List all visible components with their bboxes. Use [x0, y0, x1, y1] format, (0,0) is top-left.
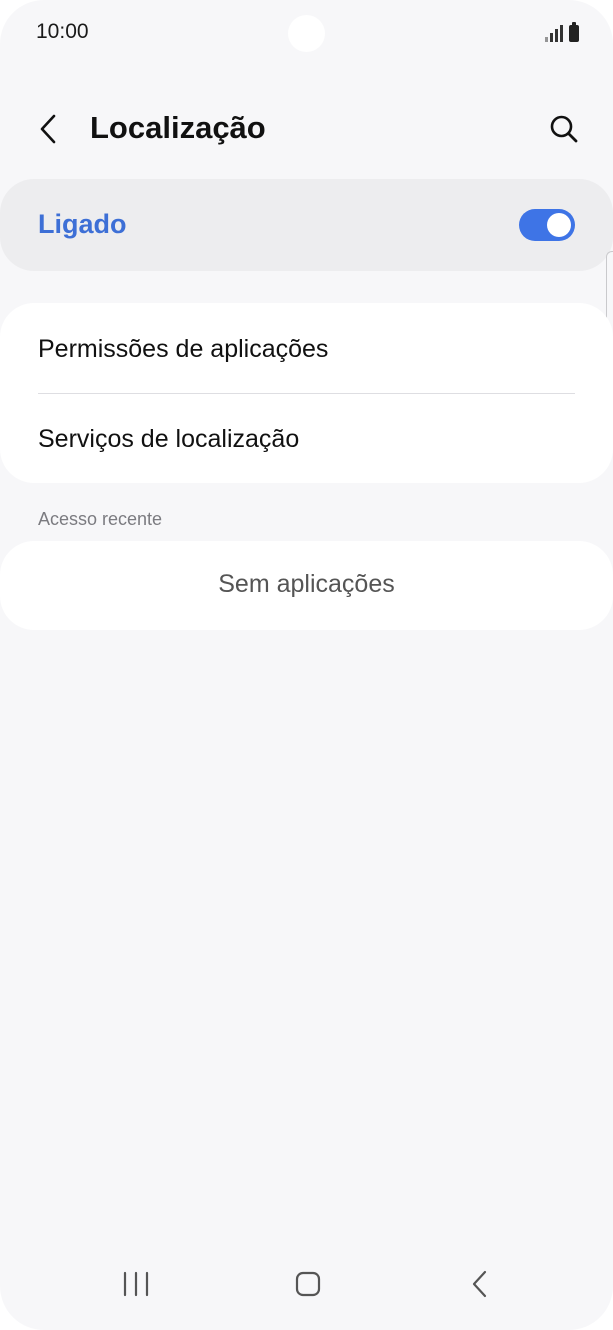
- search-button[interactable]: [541, 106, 587, 152]
- nav-back-button[interactable]: [450, 1254, 510, 1314]
- signal-icon: [545, 24, 563, 42]
- location-master-switch[interactable]: Ligado: [0, 179, 613, 271]
- master-switch-label: Ligado: [38, 209, 127, 239]
- chevron-left-icon: [40, 114, 56, 144]
- settings-card: Permissões de aplicações Serviços de loc…: [0, 303, 613, 483]
- recents-button[interactable]: [106, 1254, 166, 1314]
- search-icon: [550, 115, 578, 143]
- status-icons: [545, 22, 579, 42]
- toggle-knob: [547, 213, 571, 237]
- page-title: Localização: [90, 110, 266, 145]
- divider: [38, 393, 575, 394]
- location-toggle[interactable]: [519, 209, 575, 241]
- back-button[interactable]: [26, 106, 72, 152]
- recent-access-header: Acesso recente: [38, 509, 163, 529]
- camera-cutout: [288, 15, 325, 52]
- app-bar: Localização: [0, 96, 613, 162]
- home-icon: [295, 1271, 321, 1297]
- home-button[interactable]: [278, 1254, 338, 1314]
- location-services-item[interactable]: Serviços de localização: [38, 425, 299, 454]
- phone-screen: 10:00 Localização Ligado Permissões de a…: [0, 0, 613, 1330]
- recents-icon: [123, 1271, 149, 1297]
- status-time: 10:00: [36, 20, 89, 43]
- navigation-bar: [0, 1240, 613, 1330]
- recent-access-card: Sem aplicações: [0, 541, 613, 630]
- status-bar: 10:00: [0, 0, 613, 64]
- app-permissions-item[interactable]: Permissões de aplicações: [38, 335, 328, 364]
- no-apps-text: Sem aplicações: [218, 570, 395, 598]
- back-icon: [472, 1270, 487, 1298]
- battery-icon: [569, 22, 579, 42]
